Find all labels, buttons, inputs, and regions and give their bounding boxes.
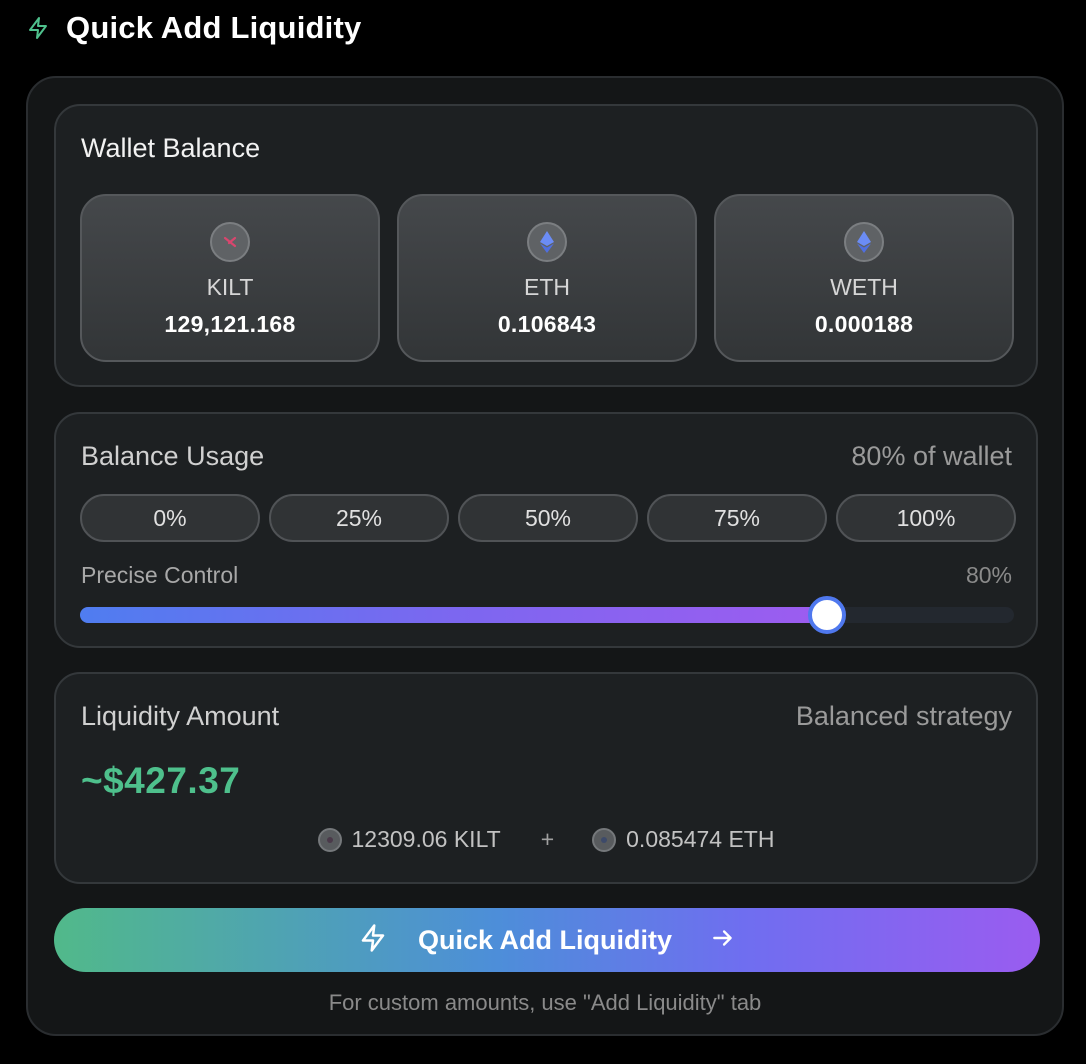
ethereum-icon xyxy=(592,827,617,852)
token-breakdown: 12309.06 KILT + 0.085474 ETH xyxy=(56,826,1036,853)
page-title: Quick Add Liquidity xyxy=(66,10,362,45)
token-balance: 0.000188 xyxy=(814,311,914,337)
eth-amount: 0.085474 ETH xyxy=(592,826,774,853)
usd-amount: ~$427.37 xyxy=(81,760,241,801)
token-balance: 0.106843 xyxy=(497,311,597,337)
kilt-amount: 12309.06 KILT xyxy=(317,826,501,853)
balance-usage-panel: Balance Usage 80% of wallet 0% 25% 50% 7… xyxy=(54,412,1038,648)
custom-amounts-hint: For custom amounts, use "Add Liquidity" … xyxy=(328,990,762,1015)
quick-add-liquidity-button[interactable]: Quick Add Liquidity xyxy=(54,908,1040,972)
usage-slider[interactable] xyxy=(80,596,1014,634)
token-balance: 129,121.168 xyxy=(164,311,296,337)
preset-75-button[interactable]: 75% xyxy=(647,494,827,542)
wallet-balance-title: Wallet Balance xyxy=(81,133,261,163)
kilt-amount-text: 12309.06 KILT xyxy=(351,826,501,852)
bolt-icon xyxy=(26,16,50,40)
precise-control-label: Precise Control xyxy=(81,562,239,588)
eth-amount-text: 0.085474 ETH xyxy=(626,826,775,852)
percent-presets: 0% 25% 50% 75% 100% xyxy=(80,494,1016,542)
preset-50-button[interactable]: 50% xyxy=(458,494,638,542)
wallet-balance-panel: Wallet Balance KILT 129,121.168 ETH 0.10… xyxy=(54,104,1038,387)
strategy-label: Balanced strategy xyxy=(795,701,1012,731)
preset-25-button[interactable]: 25% xyxy=(269,494,449,542)
usage-summary: 80% of wallet xyxy=(851,441,1012,471)
kilt-icon xyxy=(210,222,250,262)
plus-sign: + xyxy=(540,826,555,852)
token-card-weth: WETH 0.000188 xyxy=(714,194,1014,362)
kilt-icon xyxy=(317,827,342,852)
quick-add-card: Wallet Balance KILT 129,121.168 ETH 0.10… xyxy=(26,76,1064,1036)
liquidity-amount-title: Liquidity Amount xyxy=(81,701,280,731)
liquidity-amount-panel: Liquidity Amount Balanced strategy ~$427… xyxy=(54,672,1038,884)
preset-100-button[interactable]: 100% xyxy=(836,494,1016,542)
ethereum-icon xyxy=(527,222,567,262)
token-balances: KILT 129,121.168 ETH 0.106843 WETH 0.000… xyxy=(80,194,1014,362)
precise-control-value: 80% xyxy=(965,562,1012,588)
token-card-eth: ETH 0.106843 xyxy=(397,194,697,362)
balance-usage-title: Balance Usage xyxy=(81,441,265,471)
preset-0-button[interactable]: 0% xyxy=(80,494,260,542)
cta-label: Quick Add Liquidity xyxy=(418,924,672,955)
slider-fill xyxy=(80,607,828,623)
token-card-kilt: KILT 129,121.168 xyxy=(80,194,380,362)
slider-thumb[interactable] xyxy=(808,596,847,634)
token-name: ETH xyxy=(524,274,570,300)
arrow-right-icon xyxy=(710,925,736,956)
ethereum-icon xyxy=(844,222,884,262)
token-name: WETH xyxy=(830,274,898,300)
token-name: KILT xyxy=(206,274,254,300)
header: Quick Add Liquidity xyxy=(26,8,361,48)
bolt-icon xyxy=(358,923,388,958)
